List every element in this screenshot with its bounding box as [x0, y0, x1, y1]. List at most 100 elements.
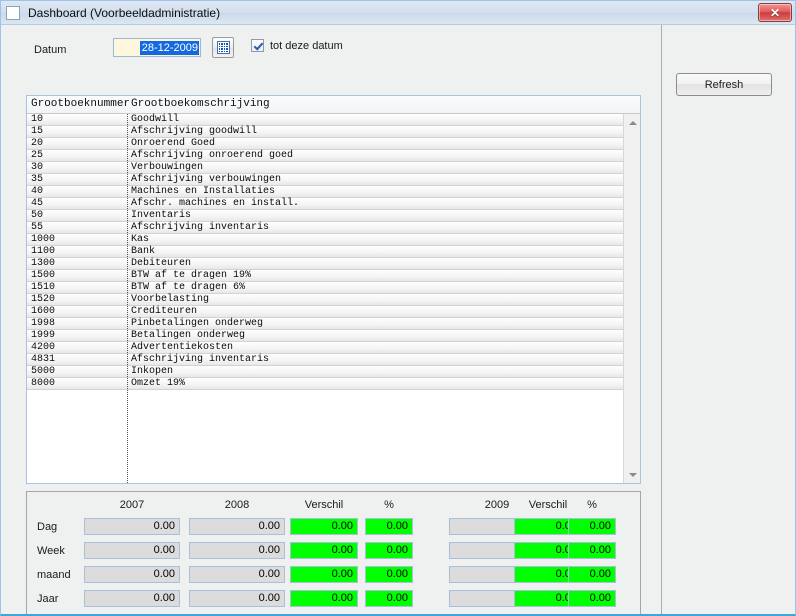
summary-column-header: % [587, 499, 597, 511]
cell-grootboekomschrijving: Afschrijving inventaris [131, 354, 270, 365]
cell-grootboekomschrijving: Inventaris [131, 210, 192, 221]
close-button[interactable]: ✕ [758, 3, 792, 22]
summary-value-field[interactable]: 0.00 [365, 518, 413, 535]
summary-value-field[interactable]: 0.00 [189, 542, 285, 559]
summary-value-field[interactable]: 0.00 [84, 566, 180, 583]
cell-grootboekomschrijving: Afschr. machines en install. [131, 198, 300, 209]
cell-grootboekomschrijving: Afschrijving onroerend goed [131, 150, 294, 161]
cell-grootboeknummer: 35 [31, 174, 44, 185]
cell-grootboeknummer: 30 [31, 162, 44, 173]
cell-grootboeknummer: 25 [31, 150, 44, 161]
table-row[interactable]: 30 Verbouwingen [27, 162, 623, 174]
calendar-picker-button[interactable] [212, 37, 234, 58]
summary-value-field[interactable]: 0.00 [189, 518, 285, 535]
cell-grootboekomschrijving: Debiteuren [131, 258, 192, 269]
summary-value-field[interactable]: 0.00 [568, 590, 616, 607]
summary-value-field[interactable]: 0.00 [568, 566, 616, 583]
cell-grootboekomschrijving: Kas [131, 234, 150, 245]
table-row[interactable]: 25 Afschrijving onroerend goed [27, 150, 623, 162]
table-row[interactable]: 50 Inventaris [27, 210, 623, 222]
scroll-up-arrow-icon[interactable] [624, 114, 640, 131]
summary-row-label: Jaar [37, 593, 59, 605]
checkbox-checked-icon [251, 39, 264, 52]
summary-row-label: Week [37, 545, 65, 557]
table-row[interactable]: 8000 Omzet 19% [27, 378, 623, 390]
table-row[interactable]: 15 Afschrijving goodwill [27, 126, 623, 138]
date-input-value: 28-12-2009 [139, 40, 199, 55]
summary-value-field[interactable]: 0.00 [84, 518, 180, 535]
table-row[interactable]: 10 Goodwill [27, 114, 623, 126]
table-row[interactable]: 35 Afschrijving verbouwingen [27, 174, 623, 186]
cell-grootboeknummer: 1999 [31, 330, 56, 341]
table-row[interactable]: 1100 Bank [27, 246, 623, 258]
cell-grootboeknummer: 1500 [31, 270, 56, 281]
cell-grootboekomschrijving: Voorbelasting [131, 294, 210, 305]
summary-value-field[interactable]: 0.00 [189, 566, 285, 583]
column-header-grootboekomschrijving[interactable]: Grootboekomschrijving [131, 98, 270, 110]
summary-value-field[interactable]: 0.00 [365, 542, 413, 559]
client-area: Datum 28-12-2009 tot deze datum Refresh [1, 25, 795, 614]
table-row[interactable]: 1000 Kas [27, 234, 623, 246]
cell-grootboekomschrijving: Bank [131, 246, 156, 257]
table-row[interactable]: 1600 Crediteuren [27, 306, 623, 318]
table-row[interactable]: 5000 Inkopen [27, 366, 623, 378]
grid-header-row: Grootboeknummer Grootboekomschrijving [27, 96, 640, 114]
summary-column-header: 2007 [119, 499, 145, 511]
cell-grootboeknummer: 8000 [31, 378, 56, 389]
grid-vertical-scrollbar[interactable] [623, 114, 640, 483]
column-header-grootboeknummer[interactable]: Grootboeknummer [31, 98, 130, 110]
table-row[interactable]: 4200 Advertentiekosten [27, 342, 623, 354]
cell-grootboeknummer: 1600 [31, 306, 56, 317]
table-row[interactable]: 20 Onroerend Goed [27, 138, 623, 150]
summary-value-field[interactable]: 0.00 [84, 590, 180, 607]
table-row[interactable]: 1998 Pinbetalingen onderweg [27, 318, 623, 330]
window-title: Dashboard (Voorbeeldadministratie) [28, 5, 221, 20]
table-row[interactable]: 4831 Afschrijving inventaris [27, 354, 623, 366]
table-row[interactable]: 1999 Betalingen onderweg [27, 330, 623, 342]
refresh-button[interactable]: Refresh [676, 73, 772, 96]
table-row[interactable]: 1300 Debiteuren [27, 258, 623, 270]
cell-grootboekomschrijving: Afschrijving verbouwingen [131, 174, 282, 185]
table-row[interactable]: 45 Afschr. machines en install. [27, 198, 623, 210]
summary-value-field[interactable]: 0.00 [568, 518, 616, 535]
tot-deze-datum-checkbox[interactable]: tot deze datum [251, 39, 343, 52]
summary-row-label: Dag [37, 521, 58, 533]
table-row[interactable]: 1520 Voorbelasting [27, 294, 623, 306]
summary-row-label: maand [37, 569, 71, 581]
dashboard-window: Dashboard (Voorbeeldadministratie) ✕ Dat… [0, 0, 796, 616]
table-row[interactable]: 40 Machines en Installaties [27, 186, 623, 198]
panel-splitter[interactable] [661, 25, 662, 614]
grid-row-container: 10 Goodwill 15 Afschrijving goodwill 20 Onroe… [27, 114, 623, 390]
grid-body: 10 Goodwill 15 Afschrijving goodwill 20 Onroe… [27, 114, 640, 483]
table-row[interactable]: 1510 BTW af te dragen 6% [27, 282, 623, 294]
summary-value-field[interactable]: 0.00 [290, 590, 358, 607]
table-row[interactable]: 1500 BTW af te dragen 19% [27, 270, 623, 282]
cell-grootboeknummer: 1000 [31, 234, 56, 245]
cell-grootboekomschrijving: Inkopen [131, 366, 174, 377]
title-bar: Dashboard (Voorbeeldadministratie) ✕ [1, 1, 795, 25]
filter-toolbar: Datum 28-12-2009 tot deze datum [1, 37, 661, 65]
summary-value-field[interactable]: 0.00 [365, 566, 413, 583]
cell-grootboeknummer: 1998 [31, 318, 56, 329]
cell-grootboekomschrijving: Verbouwingen [131, 162, 204, 173]
table-row[interactable]: 55 Afschrijving inventaris [27, 222, 623, 234]
summary-value-field[interactable]: 0.00 [189, 590, 285, 607]
summary-value-field[interactable]: 0.00 [568, 542, 616, 559]
cell-grootboeknummer: 15 [31, 126, 44, 137]
cell-grootboekomschrijving: Advertentiekosten [131, 342, 234, 353]
date-input[interactable]: 28-12-2009 [113, 38, 201, 57]
cell-grootboekomschrijving: Afschrijving goodwill [131, 126, 258, 137]
summary-column-header: 2008 [224, 499, 250, 511]
scroll-down-arrow-icon[interactable] [624, 466, 640, 483]
summary-value-field[interactable]: 0.00 [365, 590, 413, 607]
cell-grootboekomschrijving: Omzet 19% [131, 378, 186, 389]
summary-value-field[interactable]: 0.00 [290, 518, 358, 535]
cell-grootboeknummer: 1510 [31, 282, 56, 293]
cell-grootboeknummer: 50 [31, 210, 44, 221]
close-icon: ✕ [769, 5, 781, 20]
cell-grootboeknummer: 4200 [31, 342, 56, 353]
summary-value-field[interactable]: 0.00 [290, 566, 358, 583]
summary-value-field[interactable]: 0.00 [290, 542, 358, 559]
summary-value-field[interactable]: 0.00 [84, 542, 180, 559]
tot-deze-datum-label: tot deze datum [270, 39, 343, 52]
